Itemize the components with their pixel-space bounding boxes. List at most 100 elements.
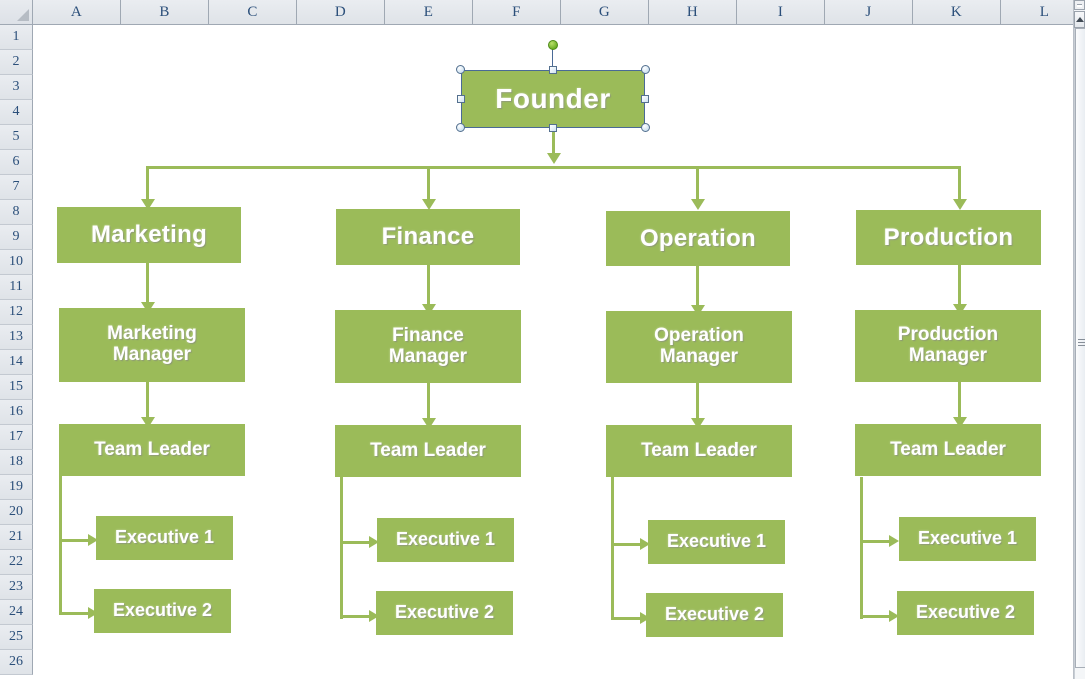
row-header-7[interactable]: 7	[0, 175, 33, 200]
column-header-E[interactable]: E	[385, 0, 473, 25]
org-node-marketing-label: Marketing	[90, 221, 208, 249]
row-header-4[interactable]: 4	[0, 100, 33, 125]
resize-handle-bottom-left[interactable]	[456, 123, 465, 132]
org-node-executive2-finance[interactable]: Executive 2	[376, 591, 513, 635]
connector-leader1-to-exec1	[59, 539, 91, 542]
org-node-executive2-production[interactable]: Executive 2	[897, 591, 1034, 635]
column-header-K[interactable]: K	[913, 0, 1001, 25]
resize-handle-top-center[interactable]	[549, 66, 557, 74]
row-header-25[interactable]: 25	[0, 625, 33, 650]
org-node-production-label: Production	[883, 223, 1014, 251]
column-header-H[interactable]: H	[649, 0, 737, 25]
row-header-13[interactable]: 13	[0, 325, 33, 350]
org-node-executive1-operation[interactable]: Executive 1	[648, 520, 785, 564]
excel-worksheet-window: ABCDEFGHIJKL 1 2 3 4 5 6 7 8 9 10 11 12 13 14 15 16 17 18…	[0, 0, 1085, 679]
connector-drop-production	[958, 166, 961, 203]
column-header-G[interactable]: G	[561, 0, 649, 25]
org-node-team-leader-production[interactable]: Team Leader	[855, 424, 1041, 476]
scrollbar-thumb[interactable]	[1075, 28, 1085, 668]
row-header-6[interactable]: 6	[0, 150, 33, 175]
connector-drop-marketing	[146, 166, 149, 203]
connector-leader1-vertical	[59, 476, 62, 615]
row-header-14[interactable]: 14	[0, 350, 33, 375]
row-header-24[interactable]: 24	[0, 600, 33, 625]
row-header-18[interactable]: 18	[0, 450, 33, 475]
connector-leader2-vertical	[340, 477, 343, 619]
org-node-operation[interactable]: Operation	[606, 211, 790, 266]
connector-drop-finance	[427, 166, 430, 203]
select-all-triangle-icon	[17, 9, 29, 21]
org-node-executive1-marketing[interactable]: Executive 1	[96, 516, 233, 560]
org-node-team-leader-finance[interactable]: Team Leader	[335, 425, 521, 477]
row-header-1[interactable]: 1	[0, 25, 33, 50]
column-header-D[interactable]: D	[297, 0, 385, 25]
rotate-handle-icon[interactable]	[548, 40, 558, 50]
resize-handle-bottom-center[interactable]	[549, 124, 557, 132]
scroll-up-button[interactable]	[1074, 11, 1085, 28]
arrow-operation-down-icon	[691, 199, 705, 210]
org-node-executive2-marketing[interactable]: Executive 2	[94, 589, 231, 633]
column-header-J[interactable]: J	[825, 0, 913, 25]
select-all-button[interactable]	[0, 0, 33, 25]
row-header-5[interactable]: 5	[0, 125, 33, 150]
worksheet-grid[interactable]: Founder Marketing Finance Operation Prod…	[33, 25, 1073, 679]
row-header-21[interactable]: 21	[0, 525, 33, 550]
row-header-8[interactable]: 8	[0, 200, 33, 225]
row-header-15[interactable]: 15	[0, 375, 33, 400]
org-node-executive2-operation[interactable]: Executive 2	[646, 593, 783, 637]
row-header-10[interactable]: 10	[0, 250, 33, 275]
column-header-I[interactable]: I	[737, 0, 825, 25]
column-header-C[interactable]: C	[209, 0, 297, 25]
connector-leader2-to-exec2	[340, 615, 372, 618]
org-node-executive1-production-label: Executive 1	[917, 528, 1018, 549]
org-node-team-leader-operation[interactable]: Team Leader	[606, 425, 792, 477]
connector-leader4-to-exec1	[860, 540, 892, 543]
org-node-founder-label: Founder	[495, 82, 611, 114]
vertical-scrollbar[interactable]	[1073, 0, 1085, 679]
org-node-production[interactable]: Production	[856, 210, 1041, 265]
row-header-2[interactable]: 2	[0, 50, 33, 75]
column-header-A[interactable]: A	[33, 0, 121, 25]
org-node-founder[interactable]: Founder	[461, 70, 645, 128]
row-header-20[interactable]: 20	[0, 500, 33, 525]
row-header-16[interactable]: 16	[0, 400, 33, 425]
org-node-marketing[interactable]: Marketing	[57, 207, 241, 263]
resize-handle-bottom-right[interactable]	[641, 123, 650, 132]
org-node-production-manager-label: Production Manager	[897, 324, 999, 366]
org-node-production-manager[interactable]: Production Manager	[855, 310, 1041, 382]
row-header-19[interactable]: 19	[0, 475, 33, 500]
org-node-executive1-finance[interactable]: Executive 1	[377, 518, 514, 562]
column-header-row: ABCDEFGHIJKL	[33, 0, 1085, 25]
org-node-team-leader-marketing-label: Team Leader	[94, 438, 210, 460]
org-node-finance-manager[interactable]: Finance Manager	[335, 310, 521, 383]
row-header-23[interactable]: 23	[0, 575, 33, 600]
org-node-team-leader-marketing[interactable]: Team Leader	[59, 424, 245, 476]
org-node-executive1-marketing-label: Executive 1	[114, 527, 215, 548]
resize-handle-middle-left[interactable]	[457, 95, 465, 103]
scrollbar-track[interactable]	[1074, 28, 1085, 679]
column-header-B[interactable]: B	[121, 0, 209, 25]
scroll-thumb-grip-icon	[1078, 339, 1085, 348]
org-node-finance[interactable]: Finance	[336, 209, 520, 265]
arrow-exec1-right-icon-4	[889, 535, 899, 547]
row-header-26[interactable]: 26	[0, 650, 33, 675]
org-node-marketing-manager-label: Marketing Manager	[107, 323, 197, 365]
row-header-3[interactable]: 3	[0, 75, 33, 100]
row-header-17[interactable]: 17	[0, 425, 33, 450]
row-header-22[interactable]: 22	[0, 550, 33, 575]
row-header-12[interactable]: 12	[0, 300, 33, 325]
org-node-operation-manager[interactable]: Operation Manager	[606, 311, 792, 383]
row-header-9[interactable]: 9	[0, 225, 33, 250]
org-node-executive2-production-label: Executive 2	[915, 602, 1016, 623]
org-node-executive1-production[interactable]: Executive 1	[899, 517, 1036, 561]
resize-handle-top-left[interactable]	[456, 65, 465, 74]
column-header-F[interactable]: F	[473, 0, 561, 25]
resize-handle-middle-right[interactable]	[641, 95, 649, 103]
org-node-marketing-manager[interactable]: Marketing Manager	[59, 308, 245, 382]
org-node-executive2-operation-label: Executive 2	[664, 604, 765, 625]
row-header-11[interactable]: 11	[0, 275, 33, 300]
split-handle-icon[interactable]	[1074, 0, 1085, 10]
resize-handle-top-right[interactable]	[641, 65, 650, 74]
row-header-column: 1 2 3 4 5 6 7 8 9 10 11 12 13 14 15 16 17 18 19 20 21 22 23 24 2…	[0, 25, 33, 679]
org-node-operation-label: Operation	[639, 224, 757, 252]
